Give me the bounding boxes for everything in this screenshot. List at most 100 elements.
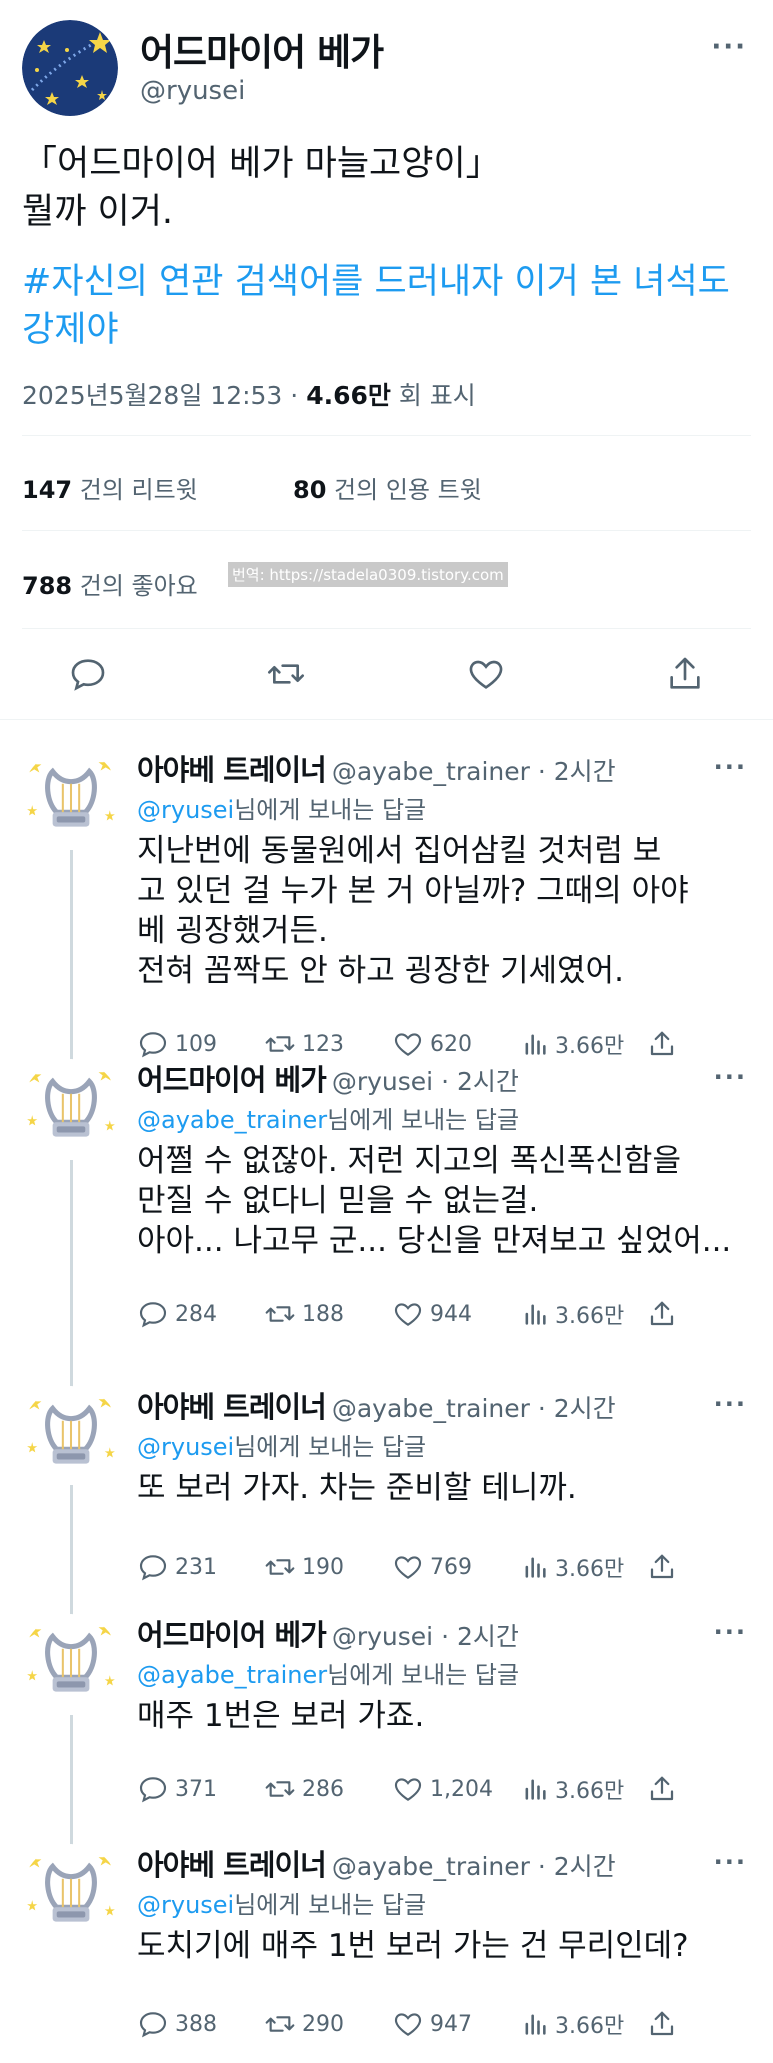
reply-handle[interactable]: @ryusei · 2시간 (332, 1622, 519, 1651)
reply-button[interactable]: 231 (137, 1550, 217, 1584)
retweet-count: 190 (302, 1554, 344, 1580)
reply-display-name[interactable]: 아야베 트레이너 (137, 1848, 327, 1882)
share-button[interactable] (647, 1550, 683, 1584)
like-button[interactable]: 1,204 (392, 1772, 493, 1806)
reply-text: 지난번에 동물원에서 집어삼킬 것처럼 보 고 있던 걸 누가 본 거 아닐까?… (137, 833, 689, 989)
reply-mention[interactable]: @ryusei (137, 1433, 234, 1461)
retweet-button[interactable]: 188 (264, 1297, 344, 1331)
replying-to-label: 님에게 보내는 답글 (234, 1433, 427, 1461)
retweet-button[interactable]: 190 (264, 1550, 344, 1584)
reply-mention[interactable]: @ayabe_trainer (137, 1106, 327, 1134)
like-count: 1,204 (430, 1776, 493, 1802)
more-icon[interactable]: ··· (714, 753, 747, 781)
display-name[interactable]: 어드마이어 베가 (140, 22, 384, 76)
retweet-button[interactable]: 286 (264, 1772, 344, 1806)
reply-count: 371 (175, 1776, 217, 1802)
reply-tweet[interactable]: 어드마이어 베가 @ryusei · 2시간 ··· @ayabe_trainer… (0, 1045, 773, 1372)
retweet-count: 147 (22, 476, 73, 504)
reply-button[interactable]: 388 (137, 2007, 217, 2041)
vega-avatar[interactable] (22, 20, 118, 116)
hashtag-link[interactable]: #자신의 연관 검색어를 드러내자 이거 본 녀석도 강제야 (22, 258, 762, 354)
reply-avatar[interactable] (22, 1844, 120, 1942)
more-icon[interactable]: ··· (714, 1063, 747, 1091)
more-icon[interactable]: ··· (714, 1848, 747, 1876)
reply-count: 231 (175, 1554, 217, 1580)
reply-button[interactable]: 284 (137, 1297, 217, 1331)
harp-avatar-icon (22, 1059, 120, 1157)
reply-icon (139, 2012, 167, 2038)
reply-tweet[interactable]: 어드마이어 베가 @ryusei · 2시간 ··· @ayabe_trainer… (0, 1600, 773, 1830)
retweet-stat[interactable]: 147 건의 리트윗 (22, 470, 198, 505)
views-button[interactable]: 3.66만 (521, 1550, 624, 1584)
reply-tweet[interactable]: 아야베 트레이너 @ayabe_trainer · 2시간 ··· @ryusei… (0, 1372, 773, 1600)
harp-avatar-icon (22, 749, 120, 847)
more-icon[interactable]: ··· (714, 1618, 747, 1646)
more-icon[interactable]: ··· (714, 1390, 747, 1418)
replying-to-label: 님에게 보내는 답글 (234, 1891, 427, 1919)
reply-count: 388 (175, 2011, 217, 2037)
reply-header: 아야베 트레이너 @ayabe_trainer · 2시간 (137, 747, 616, 789)
view-label: 회 표시 (390, 381, 476, 410)
quote-stat[interactable]: 80 건의 인용 트윗 (293, 470, 482, 505)
retweet-button[interactable] (266, 654, 306, 694)
reply-avatar[interactable] (22, 749, 120, 847)
reply-display-name[interactable]: 아야베 트레이너 (137, 1390, 327, 1424)
like-icon (394, 1303, 422, 1326)
reply-icon (139, 1302, 167, 1328)
retweet-count: 188 (302, 1301, 344, 1327)
reply-tweet[interactable]: 아야베 트레이너 @ayabe_trainer · 2시간 ··· @ryusei… (0, 735, 773, 1059)
share-button[interactable] (647, 2007, 683, 2041)
like-count: 788 (22, 572, 73, 600)
views-button[interactable]: 3.66만 (521, 1772, 624, 1806)
replying-to-label: 님에게 보내는 답글 (327, 1106, 520, 1134)
share-button[interactable] (665, 654, 705, 694)
reply-avatar[interactable] (22, 1059, 120, 1157)
reply-button[interactable]: 371 (137, 1772, 217, 1806)
reply-icon (139, 1777, 167, 1803)
user-handle[interactable]: @ryusei (140, 76, 245, 106)
views-button[interactable]: 3.66만 (521, 2007, 624, 2041)
reply-display-name[interactable]: 아야베 트레이너 (137, 753, 327, 787)
reply-avatar[interactable] (22, 1386, 120, 1484)
harp-avatar-icon (22, 1614, 120, 1712)
reply-handle[interactable]: @ryusei · 2시간 (332, 1067, 519, 1096)
more-icon[interactable]: ··· (711, 32, 747, 62)
reply-tweet[interactable]: 아야베 트레이너 @ayabe_trainer · 2시간 ··· @ryusei… (0, 1830, 773, 2060)
replying-to: @ayabe_trainer님에게 보내는 답글 (137, 1655, 519, 1690)
reply-mention[interactable]: @ryusei (137, 1891, 234, 1919)
like-stat[interactable]: 788 건의 좋아요 (22, 566, 198, 601)
views-icon (525, 1779, 546, 1800)
share-icon (650, 1776, 674, 1801)
view-count: 3.66만 (555, 1779, 625, 1804)
share-button[interactable] (647, 1772, 683, 1806)
views-button[interactable]: 3.66만 (521, 1297, 624, 1331)
share-icon (670, 657, 700, 689)
reply-handle[interactable]: @ayabe_trainer · 2시간 (332, 757, 616, 786)
share-button[interactable] (647, 1297, 683, 1331)
retweet-button[interactable]: 290 (264, 2007, 344, 2041)
reply-avatar[interactable] (22, 1614, 120, 1712)
timestamp[interactable]: 2025년5월28일 12:53 · (22, 381, 306, 410)
like-icon (469, 660, 503, 689)
reply-icon (71, 659, 105, 691)
reply-display-name[interactable]: 어드마이어 베가 (137, 1618, 327, 1652)
harp-avatar-icon (22, 1844, 120, 1942)
replying-to-label: 님에게 보내는 답글 (234, 796, 427, 824)
reply-mention[interactable]: @ayabe_trainer (137, 1661, 327, 1689)
like-button[interactable]: 769 (392, 1550, 472, 1584)
reply-mention[interactable]: @ryusei (137, 796, 234, 824)
reply-button[interactable] (68, 654, 108, 694)
harp-avatar-icon (22, 1386, 120, 1484)
like-button[interactable]: 944 (392, 1297, 472, 1331)
reply-handle[interactable]: @ayabe_trainer · 2시간 (332, 1852, 616, 1881)
views-icon (525, 1557, 546, 1578)
replying-to: @ryusei님에게 보내는 답글 (137, 1885, 426, 1920)
like-button[interactable] (466, 654, 506, 694)
reply-display-name[interactable]: 어드마이어 베가 (137, 1063, 327, 1097)
reply-text: 어쩔 수 없잖아. 저런 지고의 폭신폭신함을 만질 수 없다니 믿을 수 없는… (137, 1143, 732, 1259)
replying-to: @ryusei님에게 보내는 답글 (137, 790, 426, 825)
quote-count: 80 (293, 476, 327, 504)
reply-handle[interactable]: @ayabe_trainer · 2시간 (332, 1394, 616, 1423)
like-button[interactable]: 947 (392, 2007, 472, 2041)
retweet-count: 290 (302, 2011, 344, 2037)
